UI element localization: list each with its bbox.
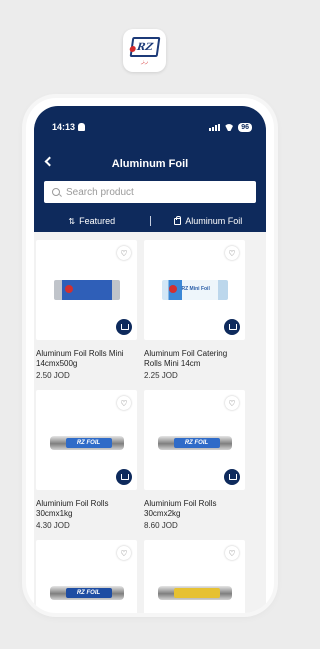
product-image-label: RZ FOIL [65, 438, 112, 448]
product-image-area[interactable]: ♡ [36, 240, 137, 340]
category-button[interactable]: Aluminum Foil [151, 215, 267, 226]
heart-icon[interactable]: ♡ [225, 396, 239, 410]
product-image-area[interactable]: RZ FOIL ♡ [144, 390, 245, 490]
sort-label: Featured [79, 216, 116, 226]
product-card[interactable]: RZ FOIL ♡ [36, 540, 137, 613]
sort-icon: ⇅ [68, 216, 76, 226]
product-name: Aluminium Foil Rolls 30cmx1kg [36, 499, 109, 518]
product-card[interactable]: ♡ [144, 540, 245, 613]
heart-icon[interactable]: ♡ [117, 246, 131, 260]
product-name: Aluminium Foil Rolls 30cmx2kg [144, 499, 217, 518]
status-time: 14:13 [52, 122, 76, 132]
product-grid: ♡ Aluminum Foil Rolls Mini 14cmx500g 2.5… [36, 240, 264, 613]
app-logo: RZ ر.ز [123, 29, 166, 72]
product-image: RZ FOIL [49, 586, 124, 600]
wifi-icon [224, 124, 234, 131]
sort-button[interactable]: ⇅ Featured [34, 216, 150, 226]
product-image-label: RZ FOIL [173, 438, 220, 448]
nav-bar: Aluminum Foil [34, 156, 266, 172]
product-name: Aluminum Foil Rolls Mini 14cmx500g [36, 349, 124, 368]
product-image: RZ FOIL [49, 436, 124, 450]
header: 14:13 96 Aluminum Foil Search product ⇅ … [34, 106, 266, 232]
product-image-area[interactable]: ♡ [144, 540, 245, 613]
heart-icon[interactable]: ♡ [225, 246, 239, 260]
product-price: 8.60 JOD [144, 521, 178, 530]
heart-icon[interactable]: ♡ [117, 546, 131, 560]
battery-indicator: 96 [238, 122, 252, 132]
rz-logo-badge: RZ [129, 36, 160, 57]
add-to-cart-button[interactable] [116, 469, 132, 485]
add-to-cart-button[interactable] [224, 319, 240, 335]
signal-icon [209, 123, 221, 131]
product-image-label: RZ FOIL [65, 588, 112, 598]
product-card[interactable]: ♡ Aluminum Foil Rolls Mini 14cmx500g 2.5… [36, 240, 137, 380]
product-card[interactable]: RZ FOIL ♡ Aluminium Foil Rolls 30cmx1kg … [36, 390, 137, 530]
page-title: Aluminum Foil [111, 158, 189, 170]
status-bar: 14:13 96 [52, 120, 252, 134]
product-card[interactable]: RZ FOIL ♡ Aluminium Foil Rolls 30cmx2kg … [144, 390, 245, 530]
logo-subtitle: ر.ز [141, 58, 148, 65]
product-price: 2.50 JOD [36, 371, 70, 380]
category-label: Aluminum Foil [185, 216, 243, 226]
product-image-area[interactable]: RZ FOIL ♡ [36, 390, 137, 490]
heart-icon[interactable]: ♡ [225, 546, 239, 560]
add-to-cart-button[interactable] [116, 319, 132, 335]
search-bar[interactable] [44, 181, 256, 203]
product-image: RZ FOIL [157, 436, 232, 450]
bell-icon [78, 123, 86, 131]
product-name: Aluminum Foil Catering Rolls Mini 14cm [144, 349, 228, 368]
app-screen: 14:13 96 Aluminum Foil Search product ⇅ … [34, 106, 266, 613]
product-image [157, 586, 232, 600]
product-image: RZ Mini Foil [161, 280, 228, 300]
product-image-band [173, 588, 220, 598]
product-image-area[interactable]: RZ FOIL ♡ [36, 540, 137, 613]
heart-icon[interactable]: ♡ [117, 396, 131, 410]
product-image [53, 280, 120, 300]
product-image-area[interactable]: RZ Mini Foil ♡ [144, 240, 245, 340]
add-to-cart-button[interactable] [224, 469, 240, 485]
product-image-label: RZ Mini Foil [181, 286, 210, 292]
back-arrow-icon[interactable] [44, 156, 55, 167]
search-icon [52, 188, 60, 196]
filter-bar: ⇅ Featured Aluminum Foil [34, 214, 266, 228]
search-input[interactable] [66, 186, 216, 198]
product-price: 4.30 JOD [36, 521, 70, 530]
product-card[interactable]: RZ Mini Foil ♡ Aluminum Foil Catering Ro… [144, 240, 245, 380]
bag-icon [174, 215, 182, 225]
phone-frame: 14:13 96 Aluminum Foil Search product ⇅ … [26, 98, 274, 613]
product-price: 2.25 JOD [144, 371, 178, 380]
